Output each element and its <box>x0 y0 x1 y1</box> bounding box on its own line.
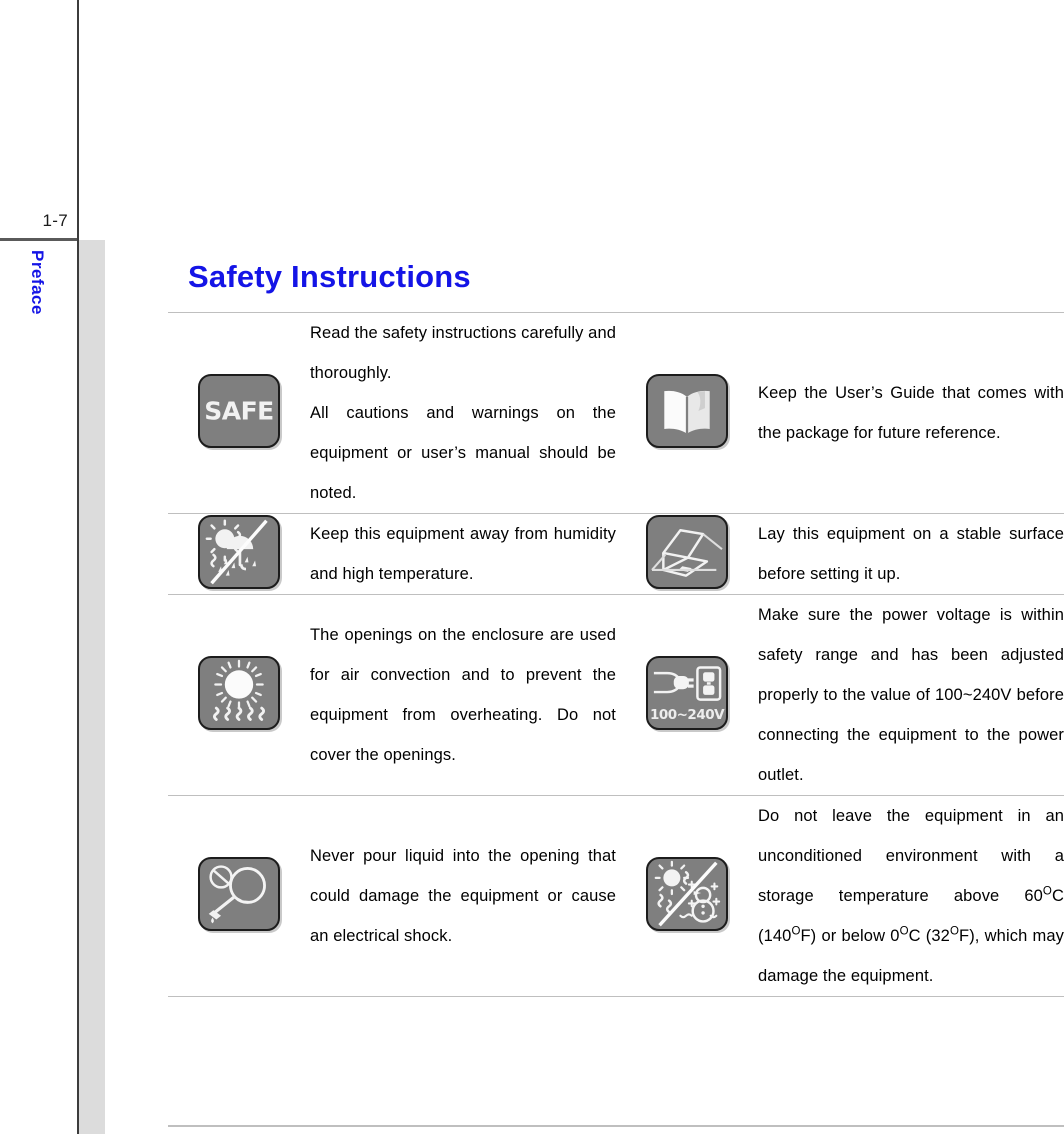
icon-cell: 100~240V <box>616 595 758 796</box>
icon-cell <box>616 313 758 514</box>
no-liquid-icon <box>198 856 280 931</box>
icon-cell <box>168 595 310 796</box>
section-tab-preface: Preface <box>28 250 47 315</box>
no-humidity-heat-icon <box>198 514 280 589</box>
power-plug-voltage-icon: 100~240V <box>646 655 728 730</box>
degree-symbol: O <box>791 925 801 938</box>
instruction-text: Never pour liquid into the opening that … <box>310 847 616 945</box>
text-cell: Do not leave the equipment in an uncondi… <box>758 796 1064 997</box>
table-row: The openings on the enclosure are used f… <box>168 594 1064 796</box>
icon-cell <box>168 796 310 997</box>
icon-cell <box>168 514 310 595</box>
table-row: Never pour liquid into the opening that … <box>168 795 1064 997</box>
laptop-on-stable-surface-icon <box>646 514 728 589</box>
safe-badge-icon: SAFE <box>198 373 280 448</box>
instruction-text: Make sure the power voltage is within sa… <box>758 606 1064 784</box>
open-book-icon <box>646 373 728 448</box>
text-cell: Read the safety instructions carefully a… <box>310 313 616 514</box>
content-column: Safety Instructions SAFE Read the safety… <box>168 258 1064 997</box>
page-title: Safety Instructions <box>188 259 471 294</box>
instruction-text: Keep this equipment away from humidity a… <box>310 525 616 583</box>
table-row: Keep this equipment away from humidity a… <box>168 513 1064 595</box>
text-cell: Lay this equipment on a stable surface b… <box>758 514 1064 595</box>
folio-rule <box>0 238 77 241</box>
instruction-text: All cautions and warnings on the equipme… <box>310 404 616 502</box>
table-bottom-rule <box>168 1125 1064 1127</box>
voltage-label: 100~240V <box>649 706 725 723</box>
text-cell: Keep this equipment away from humidity a… <box>310 514 616 595</box>
icon-cell <box>616 796 758 997</box>
icon-cell <box>616 514 758 595</box>
degree-symbol: O <box>1042 885 1052 898</box>
text-cell: The openings on the enclosure are used f… <box>310 595 616 796</box>
page-number: 1-7 <box>42 211 68 230</box>
instruction-text: Read the safety instructions carefully a… <box>310 324 616 382</box>
degree-symbol: O <box>899 925 909 938</box>
section-gray-band <box>79 240 105 1134</box>
degree-symbol: O <box>949 925 960 938</box>
text-cell: Never pour liquid into the opening that … <box>310 796 616 997</box>
instruction-text: Do not leave the equipment in an uncondi… <box>758 807 1064 985</box>
instruction-text: The openings on the enclosure are used f… <box>310 626 616 764</box>
text-cell: Make sure the power voltage is within sa… <box>758 595 1064 796</box>
safety-instructions-table: SAFE Read the safety instructions carefu… <box>168 312 1064 997</box>
safe-badge-label: SAFE <box>204 396 274 425</box>
instruction-text: Keep the User’s Guide that comes with th… <box>758 384 1064 442</box>
text-cell: Keep the User’s Guide that comes with th… <box>758 313 1064 514</box>
temperature-extremes-icon <box>646 856 728 931</box>
table-row: SAFE Read the safety instructions carefu… <box>168 312 1064 514</box>
instruction-text: Lay this equipment on a stable surface b… <box>758 525 1064 583</box>
heat-radiation-vent-icon <box>198 655 280 730</box>
icon-cell: SAFE <box>168 313 310 514</box>
